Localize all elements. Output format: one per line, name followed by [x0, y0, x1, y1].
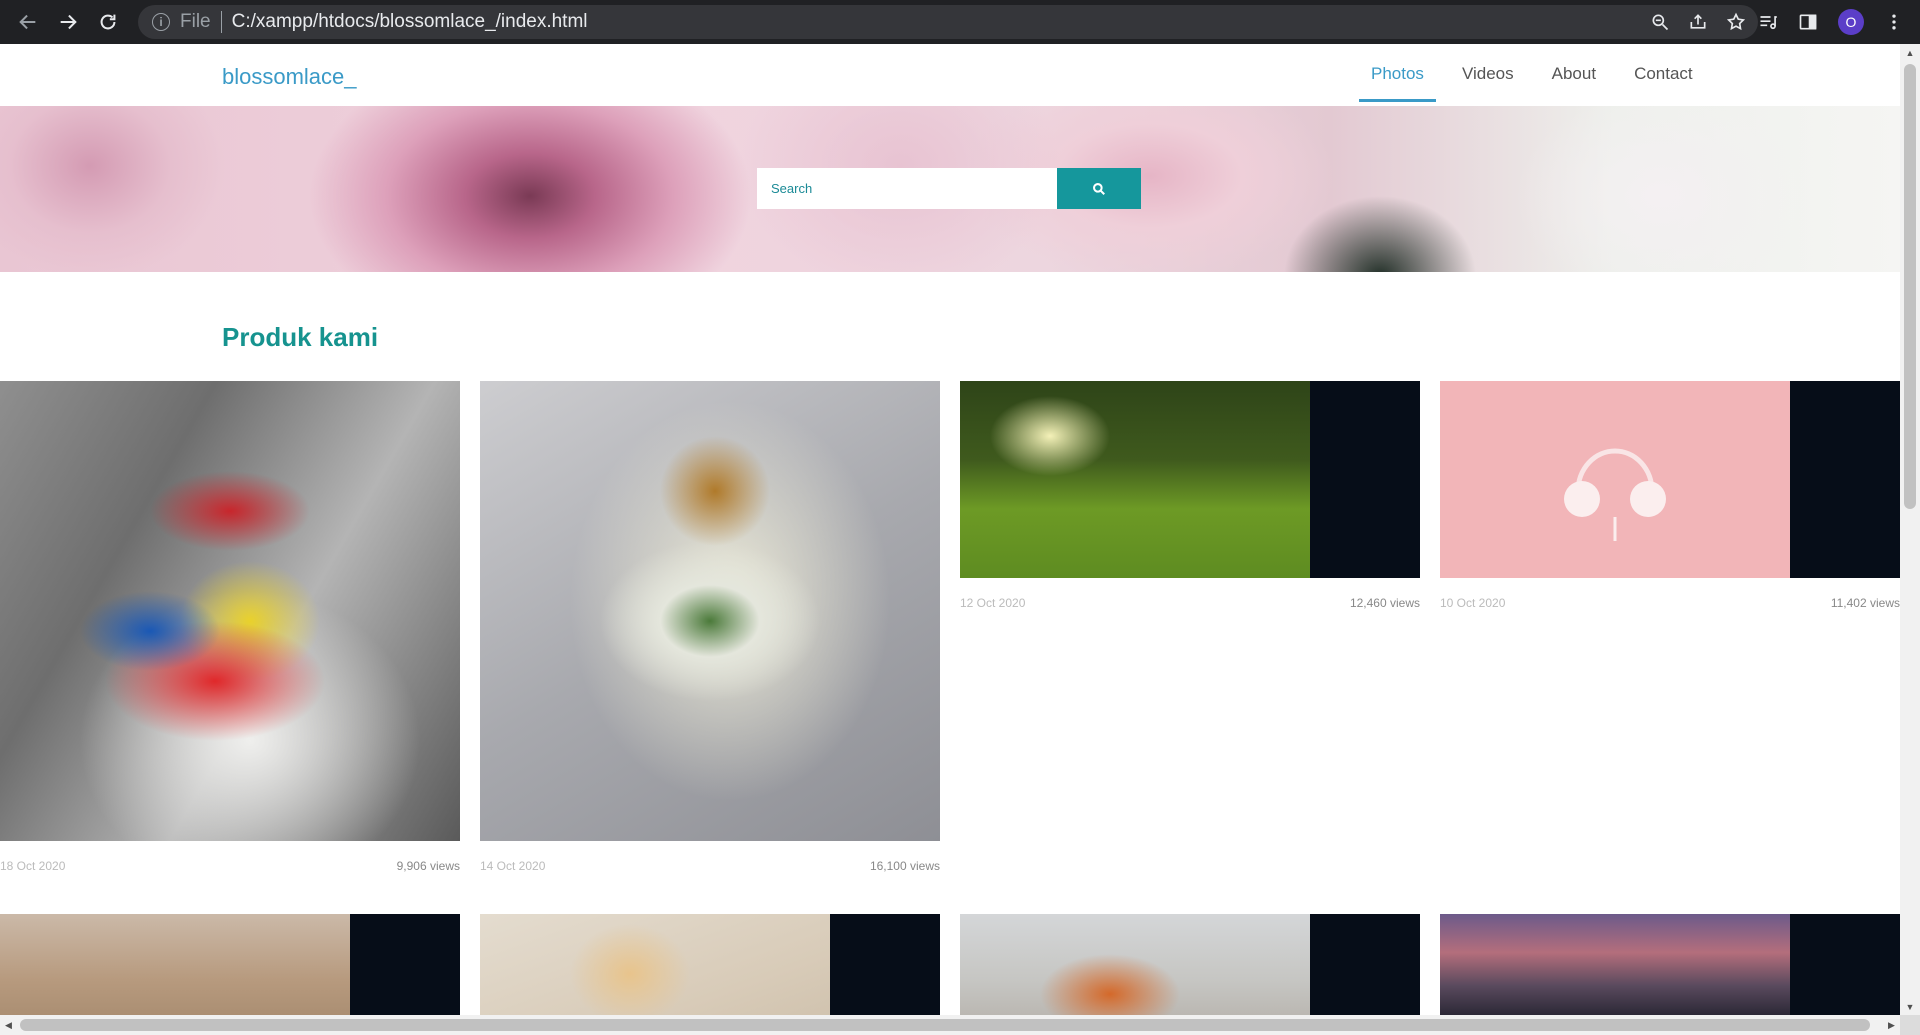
address-bar[interactable]: i File C:/xampp/htdocs/blossomlace_/inde… — [138, 5, 1758, 39]
teddy-bear-bouquet-photo — [480, 381, 940, 841]
product-card[interactable]: 18 Oct 2020 9,906 views — [0, 381, 460, 873]
share-icon[interactable] — [1688, 12, 1708, 32]
card-date: 14 Oct 2020 — [480, 859, 546, 873]
browser-toolbar: i File C:/xampp/htdocs/blossomlace_/inde… — [0, 0, 1920, 44]
nav-about[interactable]: About — [1533, 44, 1615, 96]
card-date: 18 Oct 2020 — [0, 859, 66, 873]
vertical-scroll-thumb[interactable] — [1904, 64, 1916, 509]
product-card[interactable] — [960, 914, 1420, 1015]
reload-icon — [100, 14, 116, 30]
pink-headphones-photo — [1440, 381, 1900, 578]
media-control-icon[interactable] — [1758, 12, 1778, 32]
info-icon[interactable]: i — [152, 13, 170, 31]
product-card[interactable]: 12 Oct 2020 12,460 views — [960, 381, 1420, 610]
main-menu: Photos Videos About Contact — [1352, 44, 1712, 102]
page-viewport: blossomlace_ Photos Videos About Contact… — [0, 44, 1900, 1015]
profile-avatar[interactable]: O — [1838, 9, 1864, 35]
snack-bouquet-photo — [0, 381, 460, 841]
city-skyline-photo — [1440, 914, 1900, 1015]
more-menu-icon[interactable] — [1884, 12, 1904, 32]
scrollbar-corner — [1900, 1015, 1920, 1035]
card-views: 11,402 views — [1830, 596, 1900, 610]
url-text[interactable]: C:/xampp/htdocs/blossomlace_/index.html — [232, 11, 588, 33]
scroll-down-icon[interactable]: ▼ — [1900, 998, 1920, 1015]
perfume-bottles-photo — [480, 914, 940, 1015]
image-letterbox — [830, 914, 940, 1015]
horizontal-scroll-thumb[interactable] — [20, 1019, 1870, 1031]
image-letterbox — [1790, 914, 1900, 1015]
card-date: 12 Oct 2020 — [960, 596, 1026, 610]
card-meta: 14 Oct 2020 16,100 views — [480, 859, 940, 873]
horizontal-scrollbar[interactable]: ◀ ▶ — [0, 1015, 1900, 1035]
card-views: 16,100 views — [869, 859, 940, 873]
image-letterbox — [1310, 381, 1420, 578]
reload-button[interactable] — [88, 2, 128, 42]
arrow-left-icon — [19, 14, 36, 30]
zoom-icon[interactable] — [1650, 12, 1670, 32]
nav-videos[interactable]: Videos — [1443, 44, 1533, 96]
product-card[interactable] — [0, 914, 460, 1015]
nav-photos[interactable]: Photos — [1352, 44, 1443, 102]
nav-contact[interactable]: Contact — [1615, 44, 1712, 96]
search-form — [757, 168, 1141, 209]
product-card[interactable] — [480, 914, 940, 1015]
green-field-photo — [960, 381, 1420, 578]
arrow-right-icon — [60, 14, 77, 30]
vertical-scrollbar[interactable]: ▲ ▼ — [1900, 44, 1920, 1015]
wooden-hangers-photo — [0, 914, 460, 1015]
card-meta: 12 Oct 2020 12,460 views — [960, 596, 1420, 610]
image-letterbox — [350, 914, 460, 1015]
toy-van-photo — [960, 914, 1420, 1015]
card-meta: 18 Oct 2020 9,906 views — [0, 859, 460, 873]
scroll-right-icon[interactable]: ▶ — [1883, 1015, 1900, 1035]
card-views: 9,906 views — [396, 859, 460, 873]
product-card[interactable]: 14 Oct 2020 16,100 views — [480, 381, 940, 873]
site-navbar: blossomlace_ Photos Videos About Contact — [0, 44, 1900, 106]
headphones-icon — [1564, 448, 1666, 541]
product-card[interactable]: 10 Oct 2020 11,402 views — [1440, 381, 1900, 610]
back-button[interactable] — [8, 2, 48, 42]
url-scheme: File — [180, 11, 211, 32]
search-input[interactable] — [757, 168, 1057, 209]
side-panel-icon[interactable] — [1798, 12, 1818, 32]
bookmark-star-icon[interactable] — [1726, 12, 1746, 32]
forward-button[interactable] — [48, 2, 88, 42]
search-button[interactable] — [1057, 168, 1141, 209]
section-title: Produk kami — [222, 322, 379, 352]
card-meta: 10 Oct 2020 11,402 views — [1440, 596, 1900, 610]
brand-logo[interactable]: blossomlace_ — [222, 64, 357, 90]
card-views: 12,460 views — [1349, 596, 1420, 610]
card-date: 10 Oct 2020 — [1440, 596, 1506, 610]
search-icon — [1093, 182, 1105, 195]
image-letterbox — [1310, 914, 1420, 1015]
hero-banner — [0, 106, 1900, 272]
url-divider — [220, 11, 222, 33]
image-letterbox — [1790, 381, 1900, 578]
scroll-up-icon[interactable]: ▲ — [1900, 44, 1920, 61]
product-card[interactable] — [1440, 914, 1900, 1015]
scroll-left-icon[interactable]: ◀ — [0, 1015, 17, 1035]
